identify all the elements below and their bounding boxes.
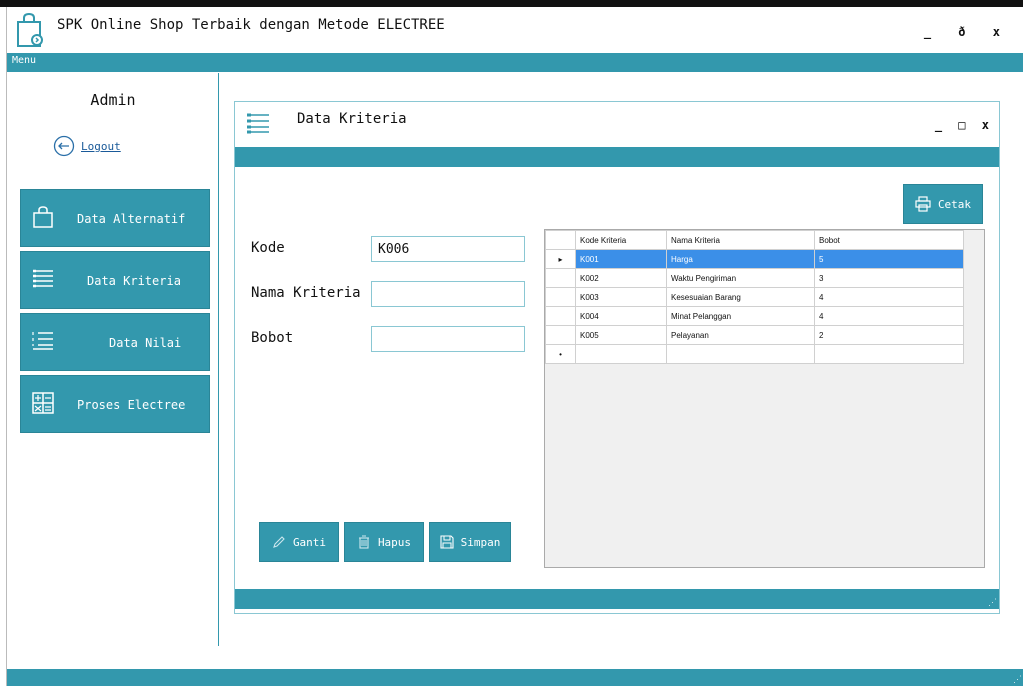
row-header[interactable]: [545, 287, 576, 307]
sidebar-item-data-alternatif[interactable]: Data Alternatif: [20, 189, 210, 247]
table-cell[interactable]: [575, 344, 667, 364]
pencil-icon: [273, 536, 285, 548]
table-cell[interactable]: K005: [575, 325, 667, 345]
bobot-label: Bobot: [251, 330, 294, 346]
table-cell[interactable]: Minat Pelanggan: [666, 306, 815, 326]
table-row[interactable]: ▸ K001 Harga 5: [545, 249, 964, 269]
sidebar-item-label: Data Alternatif: [77, 212, 186, 226]
list-icon: [33, 269, 53, 288]
trash-icon: [358, 535, 369, 549]
printer-icon: [915, 196, 931, 212]
menu-bar: Menu: [7, 53, 1023, 72]
row-header-corner: [545, 230, 576, 250]
resize-grip-icon[interactable]: ⋰: [1013, 675, 1022, 685]
current-row-marker: ▸: [545, 249, 576, 269]
table-row[interactable]: K004 Minat Pelanggan 4: [545, 306, 964, 326]
simpan-label: Simpan: [460, 535, 501, 549]
shopping-bag-icon: [33, 206, 53, 228]
column-header[interactable]: Kode Kriteria: [575, 230, 667, 250]
logout-link[interactable]: Logout: [53, 134, 121, 158]
user-name: Admin: [90, 91, 136, 109]
child-window-controls: _ □ x: [926, 118, 989, 132]
logout-label[interactable]: Logout: [81, 140, 121, 153]
table-cell[interactable]: K001: [575, 249, 667, 269]
table-cell[interactable]: Harga: [666, 249, 815, 269]
table-cell[interactable]: Waktu Pengiriman: [666, 268, 815, 288]
table-cell[interactable]: K002: [575, 268, 667, 288]
column-header[interactable]: Nama Kriteria: [666, 230, 815, 250]
nama-kriteria-input[interactable]: [371, 281, 525, 307]
kode-input[interactable]: [371, 236, 525, 262]
hapus-label: Hapus: [377, 535, 412, 549]
window-top-border: [0, 0, 1023, 7]
new-row-marker: •: [545, 344, 576, 364]
status-bar: ⋰: [7, 669, 1023, 686]
row-header[interactable]: [545, 306, 576, 326]
save-icon: [440, 535, 454, 549]
kriteria-table: Kode Kriteria Nama Kriteria Bobot ▸ K001…: [545, 230, 964, 364]
shopping-bag-icon: [17, 12, 43, 47]
sidebar-item-label: Data Kriteria: [87, 274, 181, 288]
menu-item-menu[interactable]: Menu: [12, 55, 36, 66]
ganti-label: Ganti: [292, 535, 327, 549]
table-cell[interactable]: Kesesuaian Barang: [666, 287, 815, 307]
footer-band: ⋰: [235, 589, 999, 609]
numbered-list-icon: [32, 332, 53, 350]
table-row[interactable]: K005 Pelayanan 2: [545, 325, 964, 345]
new-row[interactable]: •: [545, 344, 964, 364]
close-button[interactable]: x: [993, 25, 1010, 39]
main-window: SPK Online Shop Terbaik dengan Metode EL…: [6, 7, 1023, 686]
table-cell[interactable]: [666, 344, 815, 364]
app-title: SPK Online Shop Terbaik dengan Metode EL…: [57, 17, 445, 33]
data-kriteria-window: Data Kriteria _ □ x Cetak Kode Nama Krit…: [234, 101, 1000, 614]
row-header[interactable]: [545, 325, 576, 345]
table-cell[interactable]: 3: [814, 268, 964, 288]
row-header[interactable]: [545, 268, 576, 288]
calculator-icon: [32, 392, 54, 414]
table-cell[interactable]: K003: [575, 287, 667, 307]
sidebar-item-data-nilai[interactable]: Data Nilai: [20, 313, 210, 371]
minimize-button[interactable]: _: [935, 118, 942, 132]
simpan-button[interactable]: Simpan: [429, 522, 511, 562]
kode-label: Kode: [251, 240, 285, 256]
sidebar: Admin Logout Data Alternatif Data Kriter…: [7, 73, 219, 646]
title-bar[interactable]: SPK Online Shop Terbaik dengan Metode EL…: [7, 7, 1023, 53]
close-button[interactable]: x: [982, 118, 989, 132]
window-title: Data Kriteria: [297, 111, 407, 127]
hapus-button[interactable]: Hapus: [344, 522, 424, 562]
table-row[interactable]: K003 Kesesuaian Barang 4: [545, 287, 964, 307]
sidebar-item-data-kriteria[interactable]: Data Kriteria: [20, 251, 210, 309]
column-header[interactable]: Bobot: [814, 230, 964, 250]
ganti-button[interactable]: Ganti: [259, 522, 339, 562]
table-cell[interactable]: 5: [814, 249, 964, 269]
table-cell[interactable]: Pelayanan: [666, 325, 815, 345]
cetak-button[interactable]: Cetak: [903, 184, 983, 224]
minimize-button[interactable]: _: [924, 25, 941, 39]
table-cell[interactable]: 4: [814, 306, 964, 326]
table-cell[interactable]: [814, 344, 964, 364]
sidebar-item-label: Proses Electree: [77, 398, 186, 412]
logout-icon: [53, 135, 75, 157]
nama-kriteria-label: Nama Kriteria: [251, 285, 361, 301]
window-controls: _ ð x: [924, 25, 1010, 39]
table-cell[interactable]: K004: [575, 306, 667, 326]
table-row[interactable]: K002 Waktu Pengiriman 3: [545, 268, 964, 288]
table-cell[interactable]: 2: [814, 325, 964, 345]
restore-button[interactable]: ð: [958, 25, 975, 39]
maximize-button[interactable]: □: [958, 118, 965, 132]
resize-grip-icon[interactable]: ⋰: [988, 598, 997, 608]
list-icon: [247, 113, 269, 134]
table-cell[interactable]: 4: [814, 287, 964, 307]
sidebar-item-proses-electree[interactable]: Proses Electree: [20, 375, 210, 433]
sidebar-item-label: Data Nilai: [109, 336, 182, 350]
header-band: [235, 147, 999, 167]
bobot-input[interactable]: [371, 326, 525, 352]
kriteria-grid[interactable]: Kode Kriteria Nama Kriteria Bobot ▸ K001…: [544, 229, 985, 568]
cetak-label: Cetak: [937, 197, 972, 211]
table-header-row: Kode Kriteria Nama Kriteria Bobot: [545, 230, 964, 250]
